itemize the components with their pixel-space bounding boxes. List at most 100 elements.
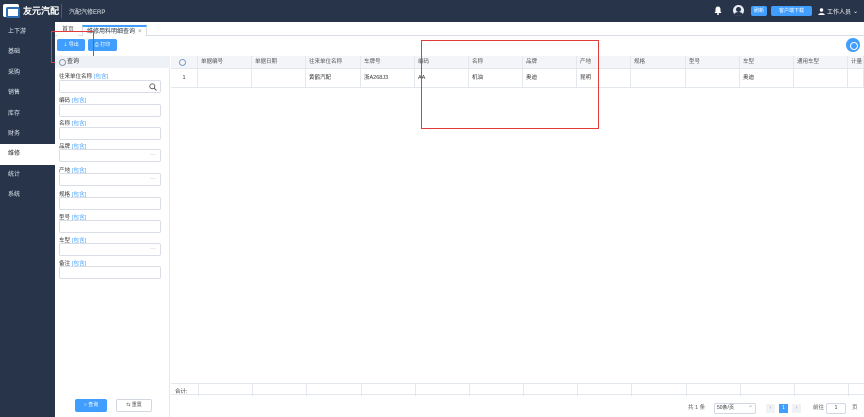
more-icon[interactable]: ··· bbox=[150, 176, 156, 182]
bell-icon[interactable] bbox=[714, 6, 722, 15]
sidebar-item-sales[interactable]: 销售 bbox=[0, 83, 55, 103]
model-input[interactable] bbox=[59, 220, 161, 233]
refresh-button[interactable]: 刷新 bbox=[751, 6, 767, 16]
service-avatar-icon[interactable] bbox=[733, 5, 744, 16]
top-header: 友元汽配 汽配汽修ERP 刷新 客户端下载 工作人员 ⌄ bbox=[0, 0, 864, 22]
column-header[interactable]: 车型 bbox=[740, 56, 794, 69]
table-cell[interactable]: 黄鹤汽配 bbox=[306, 69, 361, 88]
table-cell[interactable] bbox=[686, 69, 740, 88]
column-header[interactable]: 车牌号 bbox=[361, 56, 415, 69]
column-header[interactable]: 品牌 bbox=[523, 56, 577, 69]
search-button-label: 查询 bbox=[88, 402, 99, 408]
column-header[interactable]: 名称 bbox=[469, 56, 523, 69]
chevron-down-icon: ⌄ bbox=[853, 9, 859, 15]
table-cell[interactable]: 浙A268J3 bbox=[361, 69, 415, 88]
origin-picker[interactable]: ··· bbox=[59, 173, 161, 186]
sidebar-item-upstream[interactable]: 上下游 bbox=[0, 22, 55, 42]
column-header[interactable]: 规格 bbox=[631, 56, 686, 69]
export-label: 导出 bbox=[68, 42, 79, 48]
summary-divider bbox=[361, 384, 362, 396]
table-cell[interactable]: 奥迪 bbox=[740, 69, 794, 88]
table-cell-index: 1 bbox=[171, 69, 198, 88]
summary-divider bbox=[523, 384, 524, 396]
tab-home[interactable]: 首页 bbox=[58, 25, 79, 36]
remark-input[interactable] bbox=[59, 266, 161, 279]
more-icon[interactable]: ··· bbox=[150, 152, 156, 158]
spec-input[interactable] bbox=[59, 197, 161, 210]
summary-divider bbox=[794, 384, 795, 396]
user-menu[interactable]: 工作人员 ⌄ bbox=[818, 7, 858, 16]
column-settings-header[interactable] bbox=[171, 56, 198, 69]
sidebar-item-finance[interactable]: 财务 bbox=[0, 124, 55, 144]
gear-icon[interactable] bbox=[179, 59, 186, 66]
table-cell[interactable]: 机油 bbox=[469, 69, 523, 88]
next-page-icon[interactable]: › bbox=[792, 404, 801, 413]
sidebar-item-system[interactable]: 系统 bbox=[0, 185, 55, 205]
summary-divider bbox=[469, 384, 470, 396]
column-header[interactable]: 型号 bbox=[686, 56, 740, 69]
tab-repair-material-query[interactable]: 维修用料明细查询 × bbox=[82, 25, 147, 36]
tab-bar: 首页 维修用料明细查询 × bbox=[55, 22, 864, 36]
more-icon[interactable]: ··· bbox=[150, 246, 156, 252]
column-header[interactable]: 单据编号 bbox=[198, 56, 252, 69]
table-cell[interactable] bbox=[198, 69, 252, 88]
header-divider bbox=[61, 4, 62, 18]
tab-label: 维修用料明细查询 bbox=[87, 29, 136, 35]
close-icon[interactable]: × bbox=[138, 29, 142, 35]
logo-text: 友元汽配 bbox=[23, 6, 60, 16]
export-button[interactable]: ⇣ 导出 bbox=[57, 39, 85, 51]
system-name: 汽配汽修ERP bbox=[69, 10, 106, 16]
table-cell[interactable] bbox=[631, 69, 686, 88]
name-input[interactable] bbox=[59, 127, 161, 140]
app-logo[interactable]: 友元汽配 bbox=[3, 4, 60, 18]
code-input[interactable] bbox=[59, 104, 161, 117]
search-icon[interactable] bbox=[149, 83, 157, 91]
sidebar-item-repair[interactable]: 维修 bbox=[0, 144, 55, 165]
summary-divider bbox=[848, 384, 849, 396]
summary-divider bbox=[577, 384, 578, 396]
vehicle-picker[interactable]: ··· bbox=[59, 243, 161, 256]
table-cell[interactable] bbox=[848, 69, 864, 88]
page-size-select[interactable]: 50条/页 bbox=[714, 402, 756, 414]
summary-divider bbox=[740, 384, 741, 396]
field-label-code: 编码 [包含] bbox=[59, 96, 86, 104]
summary-divider bbox=[252, 384, 253, 396]
table-cell[interactable] bbox=[794, 69, 848, 88]
sidebar-item-purchase[interactable]: 采购 bbox=[0, 63, 55, 83]
column-header[interactable]: 往来单位名称 bbox=[306, 56, 361, 69]
print-button[interactable]: ⎙ 打印 bbox=[88, 39, 117, 51]
table-cell[interactable]: 奥迪 bbox=[523, 69, 577, 88]
tab-home-label: 首页 bbox=[62, 27, 75, 33]
logo-icon bbox=[3, 4, 20, 18]
page-number-current[interactable]: 1 bbox=[779, 404, 788, 413]
sidebar-item-basic[interactable]: 基础 bbox=[0, 42, 55, 62]
settings-icon[interactable] bbox=[846, 38, 860, 52]
table-cell[interactable]: 昆明 bbox=[577, 69, 631, 88]
goto-page-input[interactable]: 1 bbox=[826, 403, 846, 414]
sidebar-item-inventory[interactable]: 库存 bbox=[0, 104, 55, 124]
table-cell[interactable]: AA bbox=[415, 69, 469, 88]
query-panel-title: 查询 bbox=[55, 56, 170, 68]
table-cell[interactable] bbox=[252, 69, 306, 88]
sidebar-item-statistics[interactable]: 统计 bbox=[0, 165, 55, 185]
reset-button[interactable]: ⇆ 重置 bbox=[116, 399, 152, 412]
brand-picker[interactable]: ··· bbox=[59, 149, 161, 162]
partner-input[interactable] bbox=[59, 80, 161, 93]
user-name: 工作人员 bbox=[827, 10, 852, 16]
summary-divider bbox=[306, 384, 307, 396]
reset-button-label: 重置 bbox=[131, 402, 142, 408]
prev-page-icon[interactable]: ‹ bbox=[766, 404, 775, 413]
summary-divider bbox=[415, 384, 416, 396]
sidebar: 上下游 基础 采购 销售 库存 财务 维修 统计 系统 bbox=[0, 22, 55, 417]
column-header[interactable]: 产地 bbox=[577, 56, 631, 69]
client-download-button[interactable]: 客户端下载 bbox=[771, 6, 812, 16]
column-header[interactable]: 编码 bbox=[415, 56, 469, 69]
summary-divider bbox=[631, 384, 632, 396]
column-header[interactable]: 单据日期 bbox=[252, 56, 306, 69]
column-header[interactable]: 计量 bbox=[848, 56, 864, 69]
column-header[interactable]: 通用车型 bbox=[794, 56, 848, 69]
total-count: 共 1 条 bbox=[688, 405, 706, 411]
goto-label: 前往 bbox=[813, 405, 825, 411]
search-button[interactable]: ○ 查询 bbox=[75, 399, 107, 412]
summary-divider bbox=[686, 384, 687, 396]
